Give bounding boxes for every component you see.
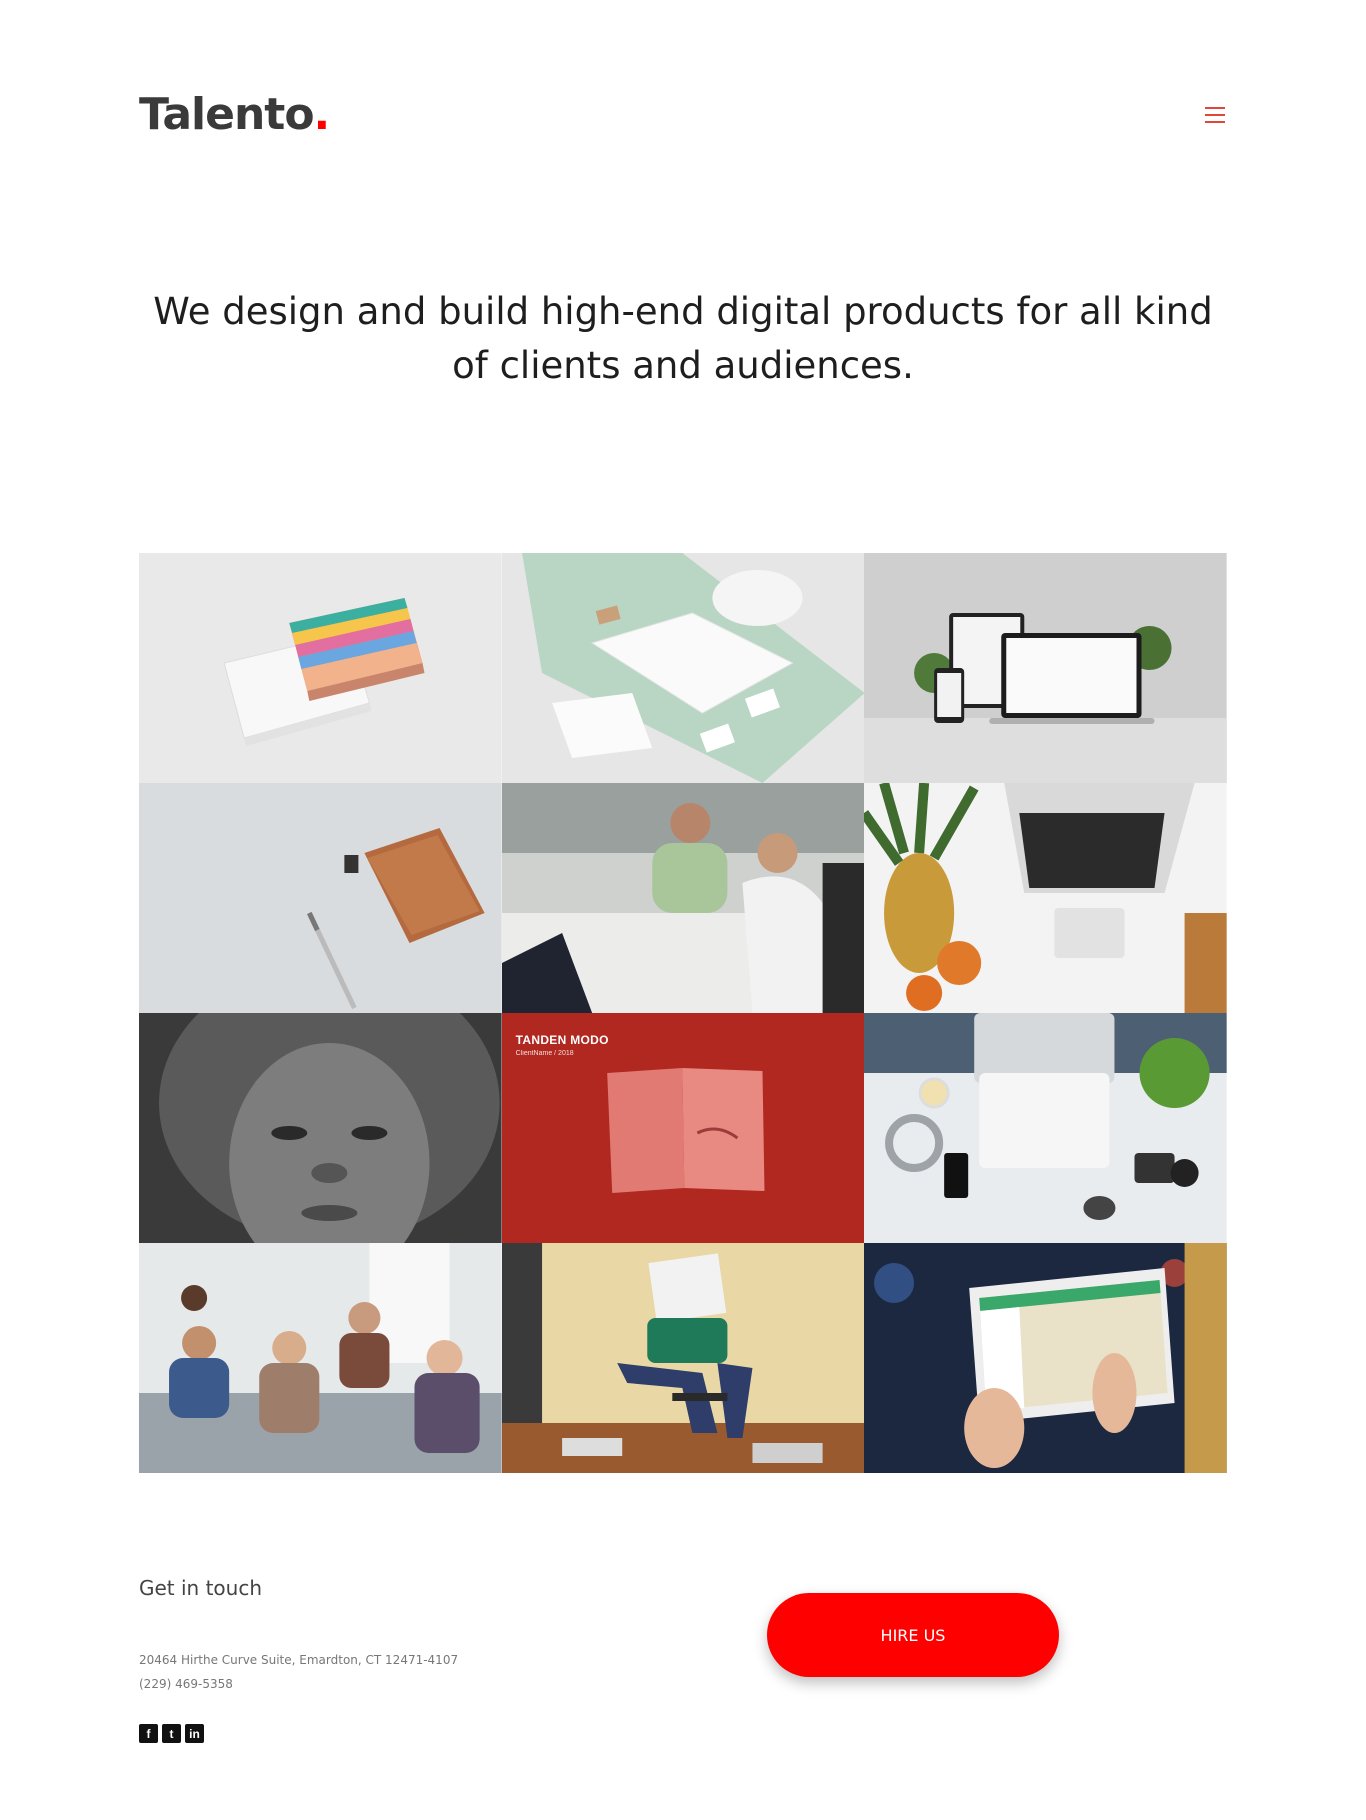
contact-details: 20464 Hirthe Curve Suite, Emardton, CT 1… <box>139 1648 639 1696</box>
tshirt-branding-image <box>501 553 865 783</box>
tanden-modo-title: TANDEN MODO <box>515 1033 609 1047</box>
gallery-tile-pineapple-laptop[interactable] <box>864 783 1227 1013</box>
business-cards-image <box>139 553 502 783</box>
contact-address: 20464 Hirthe Curve Suite, Emardton, CT 1… <box>139 1653 459 1667</box>
gallery-tile-business-cards[interactable] <box>139 553 502 783</box>
logo-text: Talento <box>139 89 315 140</box>
linkedin-icon[interactable]: in <box>185 1724 204 1743</box>
team-meeting-image <box>501 783 865 1013</box>
tablet-map-image <box>864 1243 1227 1473</box>
gallery-tile-notebook-pen[interactable] <box>139 783 502 1013</box>
logo-dot: . <box>313 89 331 140</box>
gallery-tile-person-reading[interactable] <box>501 1243 865 1473</box>
gallery-tile-team-meeting-laughing[interactable] <box>501 783 865 1013</box>
tanden-modo-subtitle: ClientName / 2018 <box>515 1050 574 1057</box>
hero-headline: We design and build high-end digital pro… <box>153 290 1213 387</box>
tanden-modo-caption: TANDEN MODO ClientName / 2018 <box>516 1033 609 1057</box>
facebook-icon[interactable]: f <box>139 1724 158 1743</box>
contact-heading: Get in touch <box>139 1576 263 1600</box>
site-header: Talento. <box>139 85 1227 145</box>
responsive-devices-image <box>864 553 1227 783</box>
gallery-tile-office-team[interactable] <box>139 1243 502 1473</box>
social-links: f t in <box>139 1724 639 1743</box>
contact-section: Get in touch 20464 Hirthe Curve Suite, E… <box>139 1576 639 1743</box>
logo[interactable]: Talento. <box>139 85 331 145</box>
gallery-tile-tanden-modo[interactable]: TANDEN MODO ClientName / 2018 <box>501 1013 865 1243</box>
hire-us-button[interactable]: HIRE US <box>767 1593 1059 1677</box>
gallery-tile-portrait-woman[interactable] <box>139 1013 502 1243</box>
twitter-icon[interactable]: t <box>162 1724 181 1743</box>
contact-phone[interactable]: (229) 469-5358 <box>139 1672 639 1696</box>
person-reading-image <box>501 1243 865 1473</box>
office-team-image <box>139 1243 502 1473</box>
pineapple-laptop-image <box>864 783 1227 1013</box>
portrait-woman-image <box>139 1013 502 1243</box>
gallery-tile-responsive-devices[interactable] <box>864 553 1227 783</box>
portfolio-gallery: TANDEN MODO ClientName / 2018 <box>139 553 1227 1473</box>
notebook-pen-image <box>139 783 502 1013</box>
gallery-tile-tshirt-branding[interactable] <box>501 553 865 783</box>
desk-workspace-image <box>864 1013 1227 1243</box>
gallery-tile-tablet-map[interactable] <box>864 1243 1227 1473</box>
hamburger-menu-icon[interactable] <box>1205 105 1227 125</box>
gallery-tile-desk-workspace[interactable] <box>864 1013 1227 1243</box>
